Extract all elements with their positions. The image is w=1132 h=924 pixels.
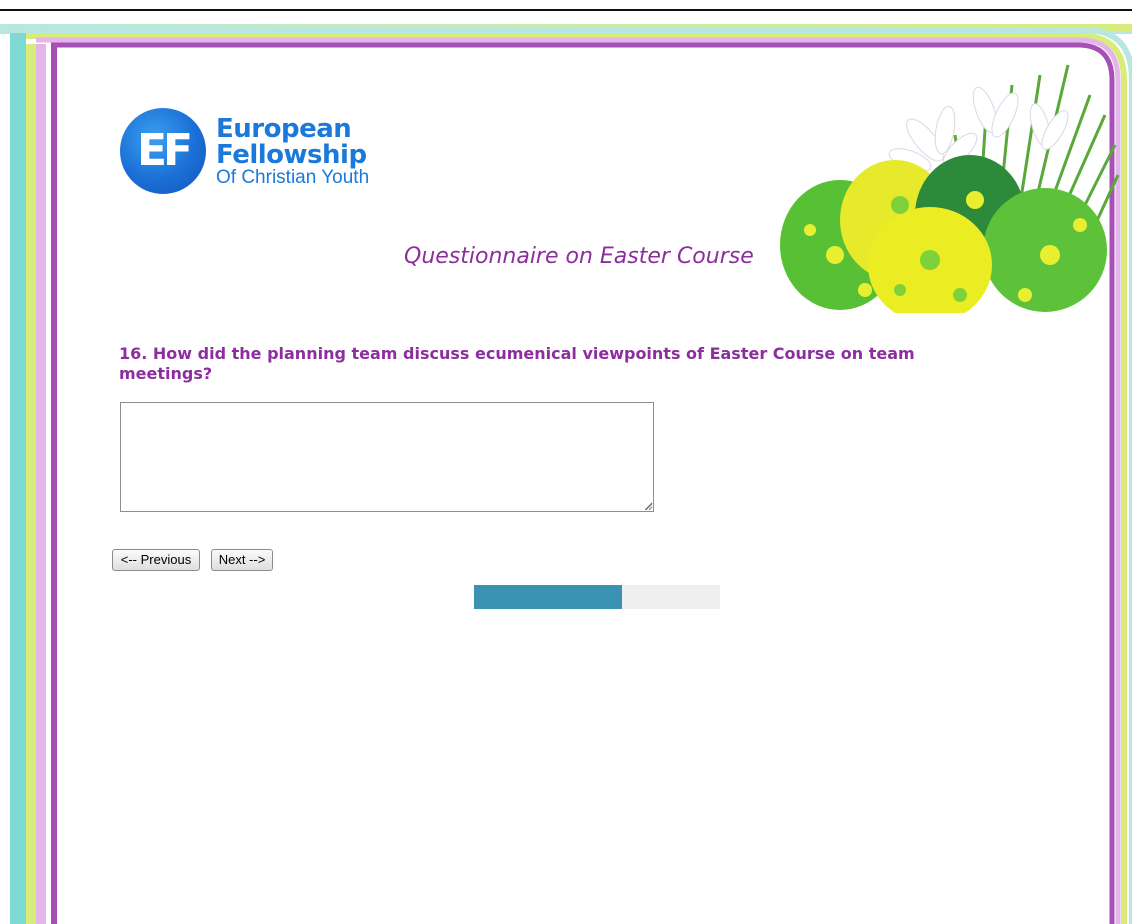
logo-mark: EF: [120, 108, 206, 194]
progress-bar: [474, 585, 720, 609]
logo-text-line1: European: [216, 114, 352, 144]
answer-textarea[interactable]: [120, 402, 654, 512]
question-text: 16. How did the planning team discuss ec…: [119, 344, 915, 383]
site-logo: EF European Fellowship Of Christian Yout…: [120, 108, 410, 198]
next-button[interactable]: Next -->: [211, 549, 273, 571]
previous-button[interactable]: <-- Previous: [112, 549, 200, 571]
progress-bar-fill: [474, 585, 622, 609]
logo-text-line3: Of Christian Youth: [216, 167, 370, 188]
page-title: Questionnaire on Easter Course: [404, 244, 754, 269]
resize-grip-icon[interactable]: [644, 502, 653, 511]
easter-eggs-illustration: [780, 64, 1120, 313]
logo-text-line2: Fellowship: [216, 140, 367, 170]
